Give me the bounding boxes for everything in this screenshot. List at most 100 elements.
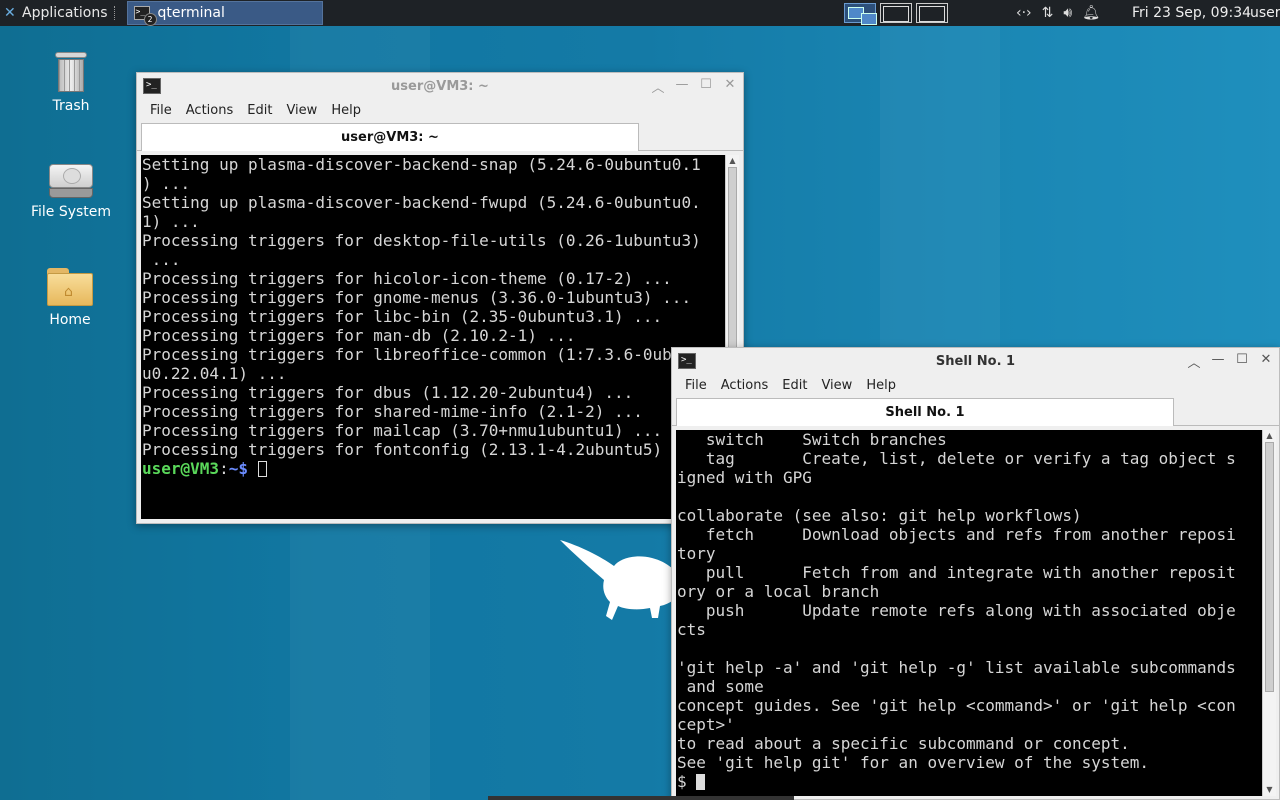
desktop-icon-home[interactable]: ⌂ Home [25, 268, 115, 328]
tab-bar: Shell No. 1 [672, 396, 1279, 426]
minimize-icon[interactable]: — [675, 77, 689, 96]
menu-file[interactable]: File [678, 378, 714, 393]
tab-user-vm3[interactable]: user@VM3: ~ [141, 123, 639, 151]
terminal-line: Processing triggers for libc-bin (2.35-0… [142, 307, 663, 326]
scrollbar[interactable]: ▲ ▼ [1262, 430, 1276, 796]
terminal-output[interactable]: Setting up plasma-discover-backend-snap … [141, 155, 739, 519]
window-titlebar[interactable]: >_ user@VM3: ~ ︿ — ☐ ✕ [137, 73, 743, 99]
shade-icon[interactable]: ︿ [1187, 352, 1201, 371]
terminal-icon: >_ [143, 78, 161, 94]
desktop-icon-file-system[interactable]: File System [26, 164, 116, 220]
terminal-line: Processing triggers for hicolor-icon-the… [142, 269, 672, 288]
menu-actions[interactable]: Actions [714, 378, 776, 393]
terminal-line: fetch Download objects and refs from ano… [677, 525, 1236, 544]
workspace-1[interactable] [844, 3, 877, 25]
menu-actions[interactable]: Actions [179, 103, 241, 118]
desktop-icon-label: Home [49, 312, 91, 328]
terminal-prompt-line: user@VM3:~$ [142, 459, 725, 478]
terminal-line: tory [677, 544, 716, 563]
workspace-3[interactable] [916, 3, 948, 23]
terminal-line: push Update remote refs along with assoc… [677, 601, 1236, 620]
terminal-line: Processing triggers for gnome-menus (3.3… [142, 288, 692, 307]
prompt-separator: : [219, 459, 229, 478]
terminal-line: pull Fetch from and integrate with anoth… [677, 563, 1236, 582]
terminal-line: Processing triggers for fontconfig (2.13… [142, 440, 701, 459]
trash-icon [55, 52, 87, 92]
menu-view[interactable]: View [279, 103, 324, 118]
terminal-window-user: >_ user@VM3: ~ ︿ — ☐ ✕ File Actions Edit… [136, 72, 744, 524]
task-count-badge: 2 [143, 13, 157, 26]
terminal-line: Processing triggers for shared-mime-info… [142, 402, 643, 421]
desktop-icon-trash[interactable]: Trash [26, 52, 116, 114]
terminal-line: to read about a specific subcommand or c… [677, 734, 1130, 753]
hard-drive-icon [49, 164, 93, 198]
terminal-line: ... [142, 250, 181, 269]
window-title: user@VM3: ~ [391, 78, 489, 94]
notification-bell-icon[interactable]: 🔔︎ [1082, 5, 1100, 21]
menu-help[interactable]: Help [324, 103, 368, 118]
terminal-prompt-line: $ [677, 772, 1262, 791]
terminal-line: Setting up plasma-discover-backend-fwupd… [142, 193, 701, 212]
workspace-2[interactable] [880, 3, 912, 23]
terminal-line: and some [677, 677, 764, 696]
menubar: File Actions Edit View Help [672, 374, 1279, 396]
prompt-user: user@VM3 [142, 459, 220, 478]
terminal-line: switch Switch branches [677, 430, 947, 449]
window-titlebar[interactable]: >_ Shell No. 1 ︿ — ☐ ✕ [672, 348, 1279, 374]
partial-window-edge [488, 796, 794, 800]
close-icon[interactable]: ✕ [1259, 352, 1273, 371]
terminal-line: Processing triggers for man-db (2.10.2-1… [142, 326, 576, 345]
scrollbar-thumb[interactable] [1265, 442, 1274, 692]
prompt-path: ~$ [228, 459, 258, 478]
home-folder-icon: ⌂ [47, 268, 93, 306]
prompt: $ [677, 772, 697, 791]
terminal-text: Setting up plasma-discover-backend-snap … [141, 155, 725, 519]
xfce-logo-icon: ✕ [4, 5, 16, 21]
user-menu[interactable]: user [1250, 0, 1280, 26]
taskbar-item-qterminal[interactable]: >_ 2 qterminal [126, 1, 323, 26]
terminal-output[interactable]: switch Switch branches tag Create, list,… [676, 430, 1276, 796]
shade-icon[interactable]: ︿ [651, 77, 665, 96]
clock[interactable]: Fri 23 Sep, 09:34 [1132, 0, 1251, 26]
terminal-line: collaborate (see also: git help workflow… [677, 506, 1082, 525]
scroll-up-icon[interactable]: ▲ [1263, 430, 1276, 442]
cursor [257, 461, 267, 477]
menu-edit[interactable]: Edit [240, 103, 279, 118]
terminal-line: ory or a local branch [677, 582, 880, 601]
scroll-up-icon[interactable]: ▲ [726, 155, 739, 167]
maximize-icon[interactable]: ☐ [1235, 352, 1249, 371]
menubar: File Actions Edit View Help [137, 99, 743, 121]
terminal-line: Processing triggers for mailcap (3.70+nm… [142, 421, 663, 440]
terminal-line: Processing triggers for dbus (1.12.20-2u… [142, 383, 634, 402]
close-icon[interactable]: ✕ [723, 77, 737, 96]
terminal-line: Processing triggers for desktop-file-uti… [142, 231, 701, 250]
volume-icon[interactable]: 🔊︎ [1063, 5, 1072, 21]
terminal-line: cts [677, 620, 706, 639]
minimize-icon[interactable]: — [1211, 352, 1225, 371]
terminal-line: Setting up plasma-discover-backend-snap … [142, 155, 701, 174]
tab-shell-no-1[interactable]: Shell No. 1 [676, 398, 1174, 426]
network-transfer-icon[interactable]: ⇅ [1042, 5, 1054, 21]
panel-separator [113, 6, 119, 20]
menu-edit[interactable]: Edit [775, 378, 814, 393]
terminal-line: u0.22.04.1) ... [142, 364, 287, 383]
applications-menu-button[interactable]: ✕ Applications [0, 0, 123, 26]
menu-file[interactable]: File [143, 103, 179, 118]
menu-view[interactable]: View [814, 378, 859, 393]
terminal-line: concept guides. See 'git help <command>'… [677, 696, 1236, 715]
terminal-line: 'git help -a' and 'git help -g' list ava… [677, 658, 1236, 677]
maximize-icon[interactable]: ☐ [699, 77, 713, 96]
network-icon[interactable]: ‹·› [1016, 5, 1032, 21]
workspace-switcher [844, 0, 948, 26]
desktop-icon-label: File System [30, 204, 112, 220]
taskbar-item-label: qterminal [157, 5, 225, 21]
terminal-line: tag Create, list, delete or verify a tag… [677, 449, 1236, 468]
terminal-window-shell: >_ Shell No. 1 ︿ — ☐ ✕ File Actions Edit… [671, 347, 1280, 800]
top-panel: ✕ Applications >_ 2 qterminal ‹·› ⇅ 🔊︎ 🔔… [0, 0, 1280, 26]
window-title: Shell No. 1 [935, 353, 1016, 369]
menu-help[interactable]: Help [859, 378, 903, 393]
terminal-line: Processing triggers for libreoffice-comm… [142, 345, 711, 364]
scroll-down-icon[interactable]: ▼ [1263, 784, 1276, 796]
terminal-line: 1) ... [142, 212, 200, 231]
